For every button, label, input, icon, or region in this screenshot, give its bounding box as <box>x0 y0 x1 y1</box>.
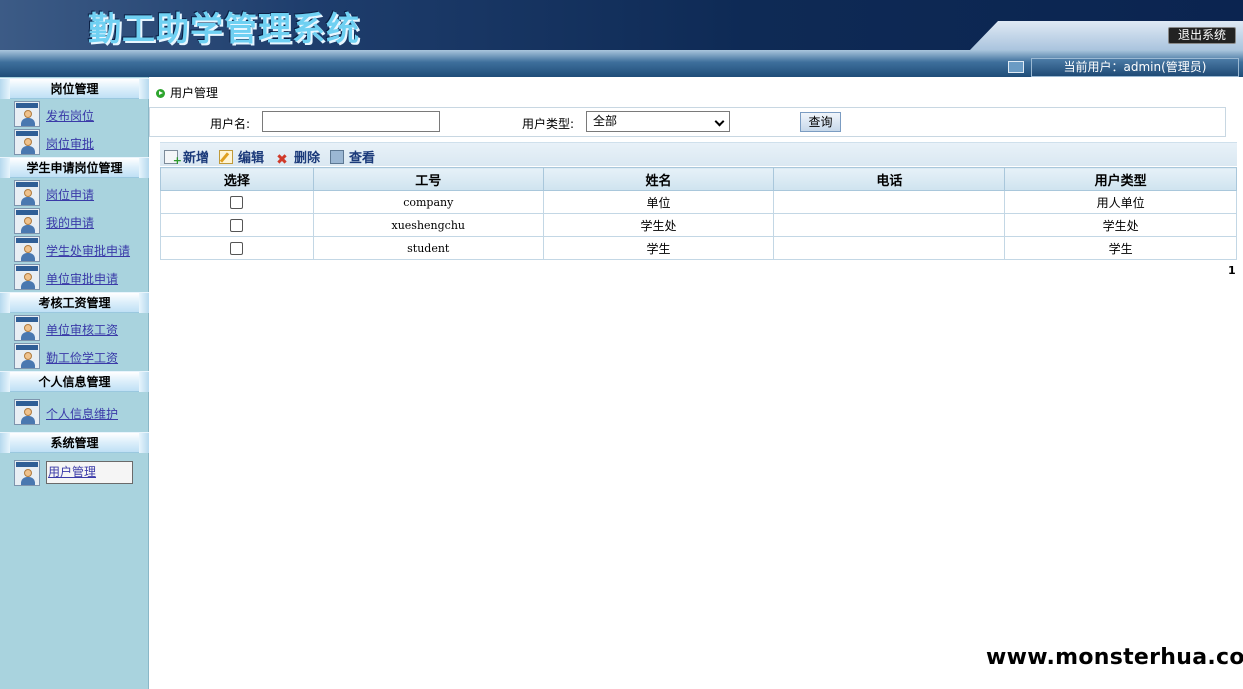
sidebar-item-label[interactable]: 勤工俭学工资 <box>46 349 118 366</box>
phone-cell <box>773 190 1006 214</box>
monitor-icon <box>1008 61 1024 73</box>
sidebar-item-profile[interactable]: 个人信息维护 <box>14 399 139 425</box>
user-icon <box>14 129 40 155</box>
sidebar-group-title[interactable]: 学生申请岗位管理 <box>0 157 149 178</box>
table-row[interactable]: xueshengchu 学生处 学生处 <box>160 213 1237 237</box>
sidebar-item-my-applications[interactable]: 我的申请 <box>14 208 139 234</box>
app-title: 勤工助学管理系统 <box>88 9 360 48</box>
id-cell: company <box>312 190 544 214</box>
sidebar: 岗位管理 发布岗位 岗位审批 学生申请岗位管理 岗位申请 我的申请 学生处审批申… <box>0 77 149 689</box>
current-user-label: 当前用户：admin(管理员) <box>1031 58 1239 77</box>
usertype-select[interactable]: 全部 <box>586 111 730 132</box>
name-cell: 学生 <box>542 236 775 260</box>
user-icon <box>14 208 40 234</box>
toolbar: 新增 编辑 ✖删除 查看 <box>160 142 1237 167</box>
sidebar-item-label[interactable]: 单位审批申请 <box>46 270 118 287</box>
breadcrumb-label: 用户管理 <box>170 86 219 100</box>
usertype-selected-value: 全部 <box>593 114 618 128</box>
header: 勤工助学管理系统 退出系统 当前用户：admin(管理员) <box>0 0 1243 77</box>
user-icon <box>14 343 40 369</box>
row-checkbox[interactable] <box>230 219 244 232</box>
sidebar-item-label[interactable]: 单位审核工资 <box>46 321 118 338</box>
user-icon <box>14 101 40 127</box>
arrow-right-icon <box>156 89 165 98</box>
user-icon <box>14 180 40 206</box>
type-cell: 学生 <box>1004 236 1237 260</box>
watermark: www.monsterhua.com <box>981 627 1243 689</box>
delete-button[interactable]: ✖ 删除 <box>275 147 320 167</box>
view-button[interactable]: 查看 <box>330 147 375 166</box>
phone-cell <box>773 213 1006 237</box>
select-cell <box>160 190 314 214</box>
sidebar-item-label[interactable]: 岗位申请 <box>46 186 94 203</box>
user-icon <box>14 315 40 341</box>
user-table: 选择 工号 姓名 电话 用户类型 company 单位 用人单位 xueshen… <box>160 167 1237 260</box>
type-cell: 用人单位 <box>1004 190 1237 214</box>
sidebar-item-work-study-wage[interactable]: 勤工俭学工资 <box>14 343 139 369</box>
delete-icon: ✖ <box>276 152 288 168</box>
sidebar-item-label[interactable]: 学生处审批申请 <box>46 242 130 259</box>
id-cell: student <box>312 236 544 260</box>
sidebar-group-title[interactable]: 系统管理 <box>0 432 149 453</box>
sidebar-item-publish-post[interactable]: 发布岗位 <box>14 101 139 127</box>
sidebar-group-title[interactable]: 个人信息管理 <box>0 371 149 392</box>
id-cell: xueshengchu <box>312 213 544 237</box>
logout-button[interactable]: 退出系统 <box>1168 27 1236 44</box>
column-header: 电话 <box>773 167 1006 191</box>
user-icon <box>14 264 40 290</box>
user-icon <box>14 399 40 425</box>
phone-cell <box>773 236 1006 260</box>
add-icon <box>164 150 182 167</box>
watermark-text: www.monsterhua.com <box>986 645 1243 670</box>
user-icon <box>14 236 40 262</box>
name-cell: 学生处 <box>542 213 775 237</box>
main-content: 用户管理 用户名: 用户类型: 全部 查询 新增 编辑 ✖删除 查看 选择 工号… <box>149 77 1243 689</box>
breadcrumb: 用户管理 <box>156 84 219 100</box>
edit-icon <box>219 150 233 164</box>
add-button[interactable]: 新增 <box>164 147 209 167</box>
sidebar-item-user-management[interactable]: 用户管理 <box>14 460 139 486</box>
username-label: 用户名: <box>210 117 251 131</box>
column-header: 工号 <box>312 167 544 191</box>
name-cell: 单位 <box>542 190 775 214</box>
sidebar-item-label[interactable]: 我的申请 <box>46 214 94 231</box>
sidebar-group-title[interactable]: 考核工资管理 <box>0 292 149 313</box>
sidebar-item-label[interactable]: 个人信息维护 <box>46 405 118 422</box>
column-header: 用户类型 <box>1004 167 1237 191</box>
page-number[interactable]: 1 <box>1228 264 1236 277</box>
select-cell <box>160 236 314 260</box>
table-row[interactable]: company 单位 用人单位 <box>160 190 1237 214</box>
usertype-label: 用户类型: <box>522 117 575 131</box>
view-icon <box>330 150 344 164</box>
column-header: 选择 <box>160 167 314 191</box>
row-checkbox[interactable] <box>230 196 244 209</box>
table-row[interactable]: student 学生 学生 <box>160 236 1237 260</box>
sidebar-item-unit-approval[interactable]: 单位审批申请 <box>14 264 139 290</box>
sidebar-item-label[interactable]: 岗位审批 <box>46 135 94 152</box>
user-icon <box>14 460 40 486</box>
sidebar-item-office-approval[interactable]: 学生处审批申请 <box>14 236 139 262</box>
chevron-down-icon <box>714 116 725 127</box>
sidebar-item-post-apply[interactable]: 岗位申请 <box>14 180 139 206</box>
edit-button[interactable]: 编辑 <box>219 147 264 166</box>
table-header-row: 选择 工号 姓名 电话 用户类型 <box>160 167 1237 191</box>
select-cell <box>160 213 314 237</box>
query-button[interactable]: 查询 <box>800 112 841 132</box>
column-header: 姓名 <box>542 167 775 191</box>
row-checkbox[interactable] <box>230 242 244 255</box>
username-input[interactable] <box>262 111 440 132</box>
search-panel: 用户名: 用户类型: 全部 查询 <box>149 107 1226 137</box>
sidebar-item-label[interactable]: 发布岗位 <box>46 107 94 124</box>
sidebar-item-post-approval[interactable]: 岗位审批 <box>14 129 139 155</box>
sidebar-group-title[interactable]: 岗位管理 <box>0 78 149 99</box>
sidebar-item-label[interactable]: 用户管理 <box>46 461 133 484</box>
type-cell: 学生处 <box>1004 213 1237 237</box>
sidebar-item-unit-wage-review[interactable]: 单位审核工资 <box>14 315 139 341</box>
